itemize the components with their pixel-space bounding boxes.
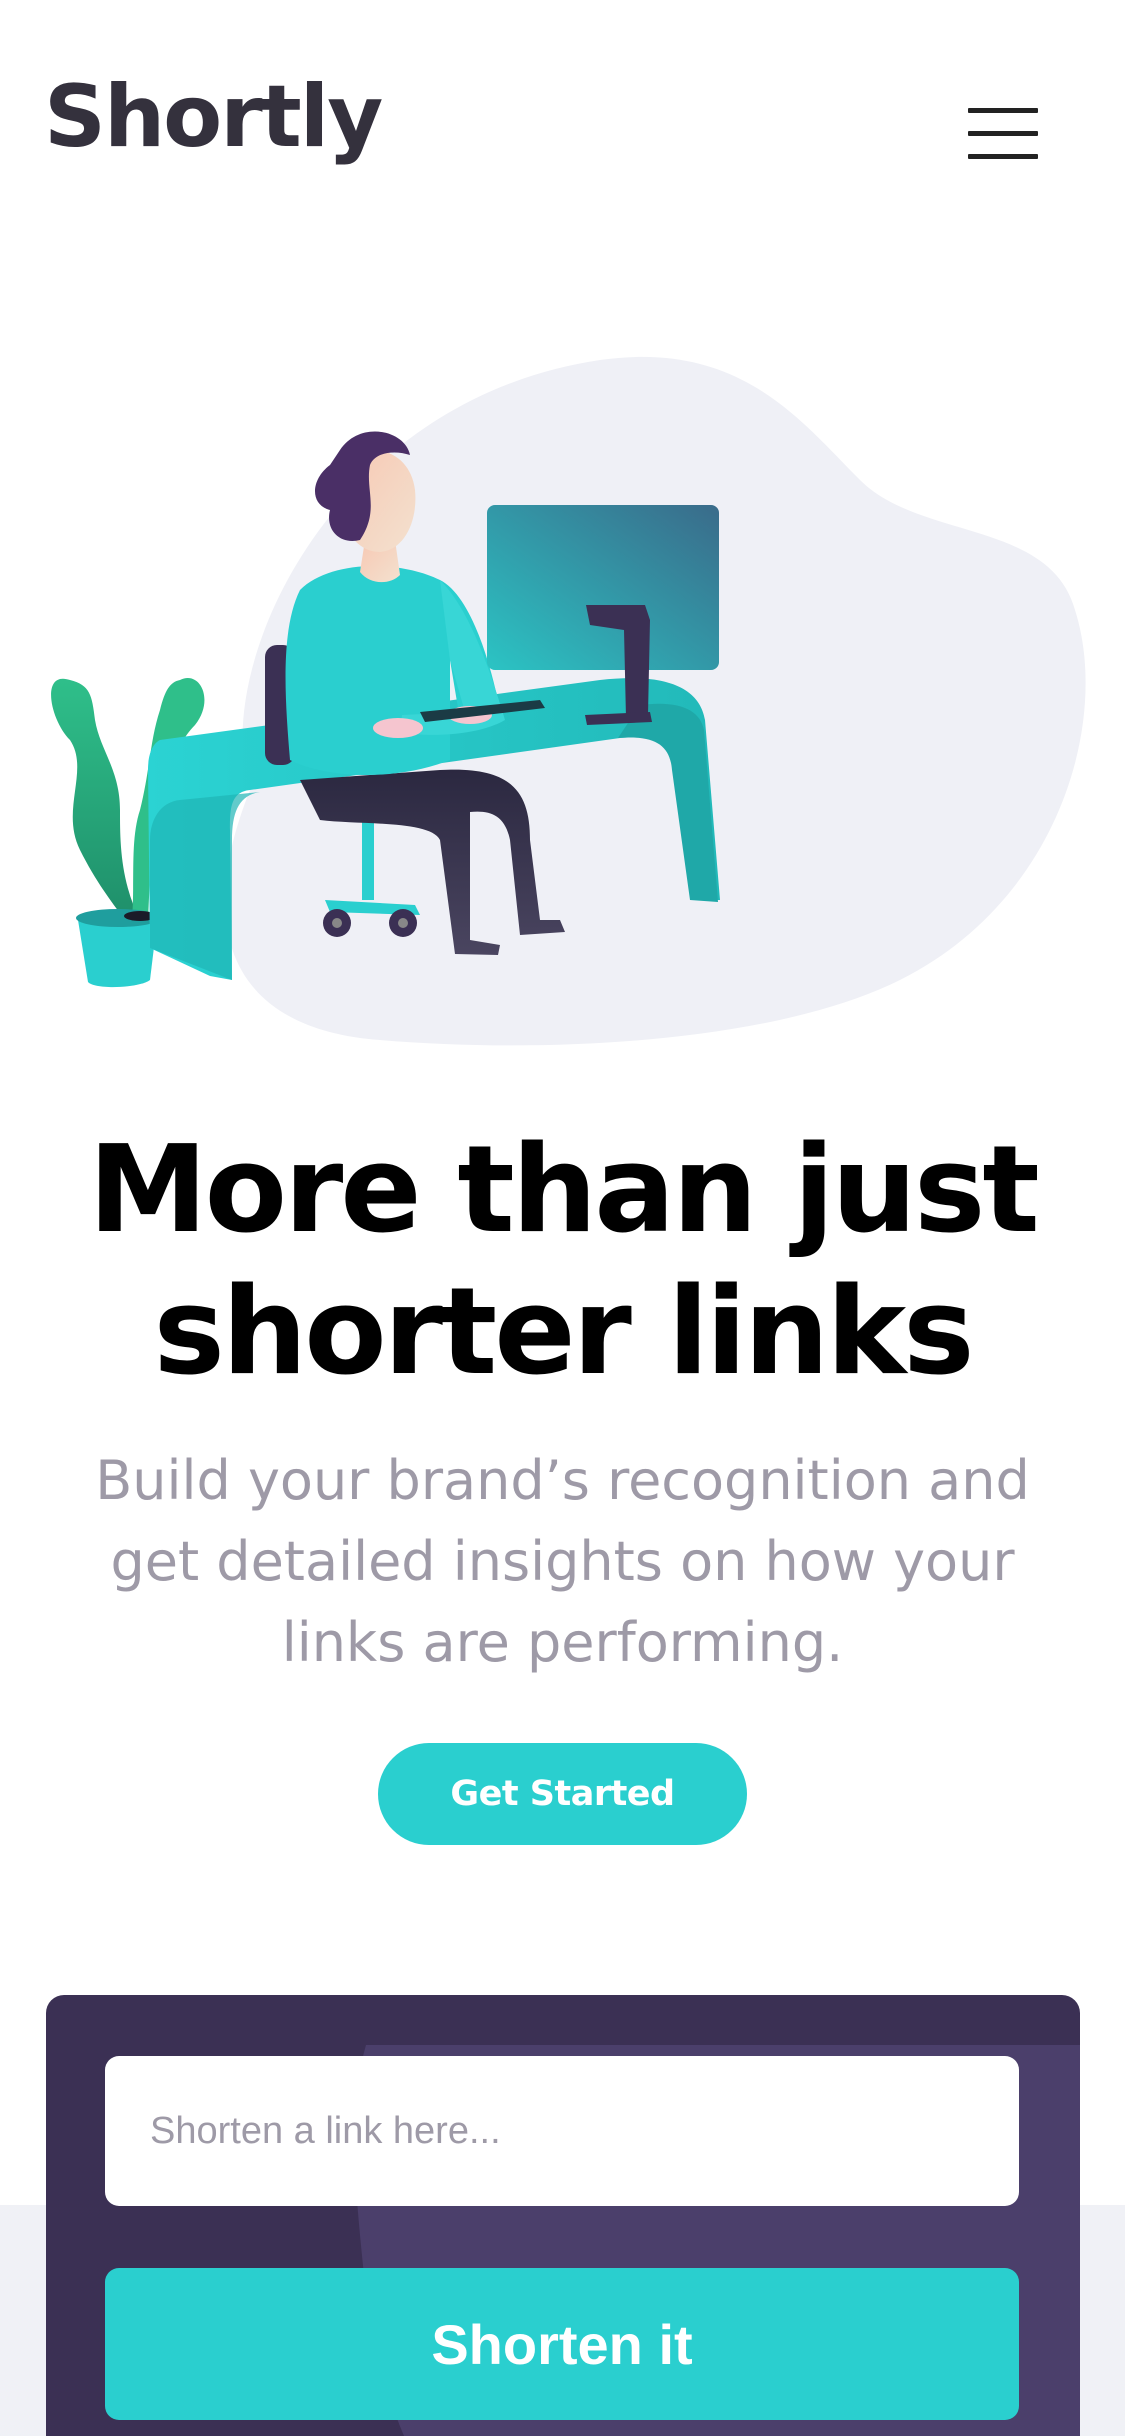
landing-page: Shortly More than just shorter links Bui…: [0, 0, 1125, 2436]
shorten-it-button[interactable]: Shorten it: [105, 2268, 1019, 2420]
menu-bar: [968, 154, 1038, 159]
url-input[interactable]: [105, 2056, 1019, 2206]
get-started-button[interactable]: Get Started: [378, 1743, 747, 1845]
person-working-illustration: [51, 356, 1086, 1046]
hero-title: More than just shorter links: [88, 1121, 1040, 1402]
hero-subtitle: Build your brand’s recognition and get d…: [95, 1449, 1030, 1674]
menu-bar: [968, 108, 1038, 113]
shorten-form: Shorten it: [46, 1995, 1080, 2436]
hamburger-menu-icon[interactable]: [968, 104, 1040, 164]
logo[interactable]: Shortly: [44, 74, 383, 160]
menu-bar: [968, 131, 1038, 136]
